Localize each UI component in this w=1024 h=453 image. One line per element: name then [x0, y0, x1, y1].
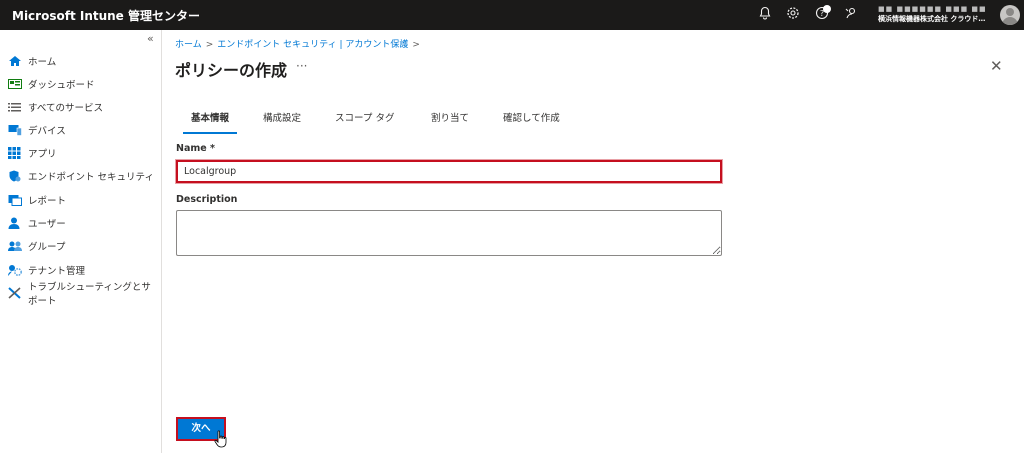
sidebar-item-label: テナント管理	[28, 266, 86, 277]
collapse-sidebar-button[interactable]: «	[147, 32, 154, 45]
dashboard-icon	[8, 78, 22, 90]
sidebar: « ホーム ダッシュボード すべてのサービス デバイス アプリ エンドポイント	[0, 30, 162, 453]
services-icon	[8, 101, 22, 113]
tab-label: スコープ タグ	[335, 113, 395, 124]
sidebar-item-label: ダッシュボード	[28, 80, 95, 91]
sidebar-item-label: レポート	[28, 196, 67, 207]
sidebar-item-label: デバイス	[28, 126, 66, 137]
breadcrumb-separator: >	[205, 40, 214, 50]
sidebar-item-label: すべてのサービス	[28, 103, 103, 114]
feedback-icon[interactable]	[842, 6, 860, 24]
account-tenant: 横浜情報機器株式会社 クラウド…	[878, 15, 986, 23]
close-button[interactable]: ✕	[990, 57, 1003, 75]
tab-label: 構成設定	[263, 113, 302, 124]
tab-review-create[interactable]: 確認して作成	[503, 110, 560, 130]
tenant-icon	[8, 264, 22, 276]
bell-icon[interactable]	[756, 6, 774, 24]
apps-icon	[8, 147, 22, 159]
avatar[interactable]	[1000, 5, 1020, 25]
tab-basics[interactable]: 基本情報	[183, 110, 238, 134]
breadcrumb-separator: >	[412, 40, 420, 50]
description-label: Description	[176, 194, 238, 205]
sidebar-item-apps[interactable]: アプリ	[8, 143, 158, 163]
tab-configuration-settings[interactable]: 構成設定	[263, 110, 301, 130]
sidebar-item-label: エンドポイント セキュリティ	[28, 172, 154, 183]
sidebar-item-dashboard[interactable]: ダッシュボード	[8, 74, 158, 94]
sidebar-item-label: トラブルシューティングとサポート	[28, 282, 151, 307]
sidebar-item-groups[interactable]: グループ	[8, 236, 158, 256]
app-title[interactable]: Microsoft Intune 管理センター	[12, 7, 200, 24]
home-icon	[8, 55, 22, 67]
group-icon	[8, 240, 22, 252]
account-email: ■■ ■■■■■■ ■■■ ■■	[878, 5, 987, 13]
avatar-head-icon	[1006, 8, 1014, 16]
tab-label: 基本情報	[191, 113, 230, 124]
gear-icon[interactable]	[784, 6, 802, 24]
breadcrumb-account-protection-link[interactable]: エンドポイント セキュリティ | アカウント保護	[217, 40, 408, 50]
breadcrumb: ホーム > エンドポイント セキュリティ | アカウント保護 >	[175, 37, 424, 50]
sidebar-item-label: ユーザー	[28, 219, 66, 230]
troubleshoot-icon	[8, 287, 22, 299]
tab-label: 確認して作成	[503, 113, 560, 124]
avatar-body-icon	[1002, 17, 1018, 25]
tab-label: 割り当て	[431, 113, 470, 124]
name-label: Name *	[176, 143, 215, 154]
top-bar: Microsoft Intune 管理センター ? ■■ ■■■■■■ ■■■ …	[0, 0, 1024, 30]
sidebar-item-label: ホーム	[28, 57, 57, 68]
page-title: ポリシーの作成	[175, 61, 288, 80]
mouse-cursor-icon	[214, 430, 228, 448]
reports-icon	[8, 194, 22, 206]
sidebar-item-label: アプリ	[28, 149, 57, 160]
breadcrumb-home-link[interactable]: ホーム	[175, 40, 202, 50]
sidebar-item-users[interactable]: ユーザー	[8, 213, 158, 233]
account-info[interactable]: ■■ ■■■■■■ ■■■ ■■ 横浜情報機器株式会社 クラウド…	[878, 4, 998, 24]
sidebar-item-reports[interactable]: レポート	[8, 190, 158, 210]
sidebar-item-devices[interactable]: デバイス	[8, 120, 158, 140]
description-field[interactable]	[176, 210, 722, 256]
sidebar-item-all-services[interactable]: すべてのサービス	[8, 97, 158, 117]
sidebar-item-tenant-admin[interactable]: テナント管理	[8, 260, 158, 280]
sidebar-item-endpoint-security[interactable]: エンドポイント セキュリティ	[8, 166, 158, 186]
sidebar-item-troubleshooting[interactable]: トラブルシューティングとサポート	[8, 282, 158, 307]
sidebar-item-label: グループ	[28, 242, 66, 253]
tab-assignments[interactable]: 割り当て	[431, 110, 469, 130]
more-options-button[interactable]: ···	[296, 59, 307, 73]
active-tab-indicator	[183, 132, 238, 134]
devices-icon	[8, 124, 22, 136]
shield-icon	[8, 170, 22, 182]
main-content: ホーム > エンドポイント セキュリティ | アカウント保護 > ポリシーの作成 ··…	[162, 30, 1024, 453]
name-field[interactable]	[175, 159, 723, 184]
tab-scope-tags[interactable]: スコープ タグ	[335, 110, 394, 130]
sidebar-item-home[interactable]: ホーム	[8, 51, 158, 71]
notification-dot	[823, 5, 831, 13]
help-icon[interactable]: ?	[813, 5, 831, 24]
user-icon	[8, 217, 22, 229]
